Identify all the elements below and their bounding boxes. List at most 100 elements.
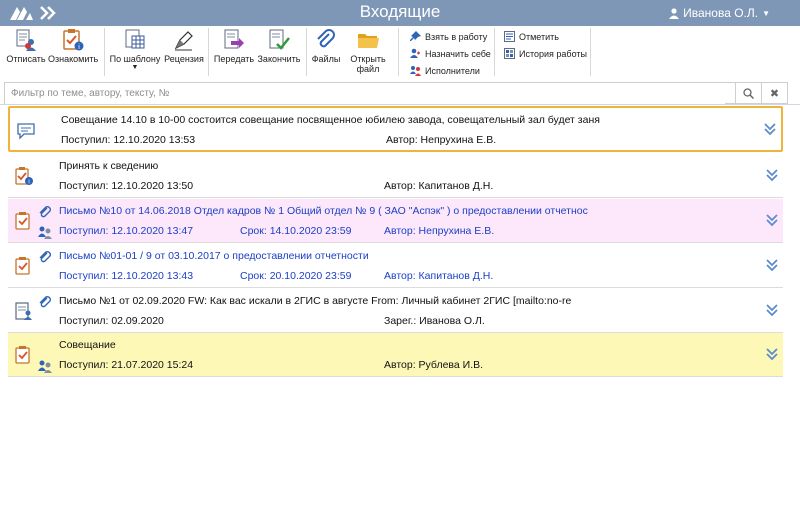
files-button[interactable]: Файлы: [310, 26, 342, 64]
item-received: Поступил: 12.10.2020 13:50: [59, 180, 194, 192]
item-received: Поступил: 02.09.2020: [59, 315, 164, 327]
comment-icon: [17, 123, 35, 140]
acknowledge-task-icon: i: [15, 167, 33, 186]
take-to-work-label: Взять в работу: [425, 31, 488, 42]
registered-document-icon: [15, 302, 32, 320]
history-button[interactable]: История работы: [504, 48, 587, 59]
task-icon: [15, 257, 30, 275]
executors-button[interactable]: Исполнители: [410, 65, 480, 76]
filter-bar: ✖: [4, 82, 788, 104]
open-file-button[interactable]: Открыть файл: [346, 26, 390, 74]
finish-icon: [269, 29, 290, 50]
item-subject: Письмо №10 от 14.06.2018 Отдел кадров № …: [59, 205, 588, 217]
forward-icon: [224, 29, 244, 49]
forward-button[interactable]: Передать: [212, 26, 256, 64]
history-icon: [504, 48, 515, 59]
expand-chevron-icon[interactable]: [765, 347, 779, 361]
item-received: Поступил: 12.10.2020 13:43: [59, 270, 194, 282]
finish-button[interactable]: Закончить: [256, 26, 302, 64]
finish-label: Закончить: [257, 54, 301, 64]
pen-icon: [174, 31, 193, 51]
separator: [590, 28, 591, 76]
item-author: Автор: Капитанов Д.Н.: [384, 180, 494, 192]
item-author: Автор: Рублева И.В.: [384, 359, 484, 371]
executors-icon: [38, 226, 52, 239]
separator: [398, 28, 399, 76]
item-author: Зарег.: Иванова О.Л.: [384, 315, 485, 327]
acknowledge-button[interactable]: i Ознакомить: [48, 26, 98, 64]
assign-user-icon: [410, 48, 420, 58]
separator: [104, 28, 105, 76]
reply-icon: [16, 29, 36, 51]
acknowledge-icon: i: [63, 29, 84, 51]
task-icon: [15, 346, 30, 364]
executors-icon: [410, 66, 421, 76]
mark-button[interactable]: Отметить: [504, 31, 559, 42]
item-subject: Совещание 14.10 в 10-00 состоится совеща…: [61, 114, 600, 126]
list-item[interactable]: Совещание 14.10 в 10-00 состоится совеща…: [8, 106, 783, 152]
list-item[interactable]: Письмо №1 от 02.09.2020 FW: Как вас иска…: [8, 289, 783, 333]
acknowledge-label: Ознакомить: [48, 54, 99, 64]
mark-label: Отметить: [519, 31, 559, 42]
search-icon: [743, 87, 754, 99]
item-subject: Совещание: [59, 339, 116, 351]
filter-input[interactable]: [5, 83, 725, 104]
by-template-label: По шаблону: [109, 54, 161, 64]
filter-search-button[interactable]: [735, 83, 761, 103]
title-bar: Входящие Иванова О.Л. ▼: [0, 0, 800, 26]
expand-chevron-icon[interactable]: [765, 213, 779, 227]
pin-icon: [410, 31, 421, 41]
item-received: Поступил: 12.10.2020 13:53: [61, 134, 196, 146]
executors-icon: [38, 360, 52, 373]
list-item[interactable]: Письмо №10 от 14.06.2018 Отдел кадров № …: [8, 199, 783, 243]
paperclip-icon: [317, 29, 335, 48]
item-subject: Принять к сведению: [59, 160, 159, 172]
paperclip-icon: [39, 251, 51, 263]
item-author: Автор: Капитанов Д.Н.: [384, 270, 494, 282]
item-subject: Письмо №1 от 02.09.2020 FW: Как вас иска…: [59, 295, 572, 307]
separator: [306, 28, 307, 76]
separator: [494, 28, 495, 76]
forward-label: Передать: [213, 54, 255, 64]
mark-icon: [504, 31, 515, 42]
history-label: История работы: [519, 48, 587, 59]
dropdown-arrow-icon: ▼: [131, 64, 139, 71]
list-item[interactable]: Совещание Поступил: 21.07.2020 15:24 Авт…: [8, 333, 783, 377]
item-subject: Письмо №01-01 / 9 от 03.10.2017 о предос…: [59, 250, 369, 262]
user-name: Иванова О.Л.: [683, 6, 759, 20]
paperclip-icon: [39, 296, 51, 308]
expand-chevron-icon[interactable]: [765, 303, 779, 317]
toolbar: Отписать i Ознакомить По шаблону ▼ Рецен…: [0, 26, 800, 80]
filter-clear-button[interactable]: ✖: [761, 83, 787, 103]
item-due-date: Срок: 20.10.2020 23:59: [240, 270, 352, 282]
item-author: Автор: Непрухина Е.В.: [386, 134, 497, 146]
item-author: Автор: Непрухина Е.В.: [384, 225, 495, 237]
user-icon: [669, 7, 680, 19]
separator: [208, 28, 209, 76]
expand-chevron-icon[interactable]: [765, 258, 779, 272]
item-due-date: Срок: 14.10.2020 23:59: [240, 225, 352, 237]
item-received: Поступил: 21.07.2020 15:24: [59, 359, 194, 371]
item-received: Поступил: 12.10.2020 13:47: [59, 225, 194, 237]
svg-text:i: i: [28, 180, 29, 186]
task-icon: [15, 212, 30, 230]
user-menu[interactable]: Иванова О.Л. ▼: [669, 6, 770, 20]
open-file-label-line2: файл: [356, 64, 380, 74]
executors-label: Исполнители: [425, 65, 480, 76]
open-file-label-line1: Открыть: [350, 54, 386, 64]
expand-chevron-icon[interactable]: [765, 168, 779, 182]
assign-self-button[interactable]: Назначить себе: [410, 48, 491, 59]
take-to-work-button[interactable]: Взять в работу: [410, 31, 487, 42]
list-item[interactable]: i Принять к сведению Поступил: 12.10.202…: [8, 154, 783, 198]
review-label: Рецензия: [164, 54, 204, 64]
reply-button[interactable]: Отписать: [6, 26, 46, 64]
files-label: Файлы: [311, 54, 341, 64]
expand-chevron-icon[interactable]: [763, 122, 777, 136]
review-button[interactable]: Рецензия: [162, 26, 206, 64]
by-template-button[interactable]: По шаблону ▼: [108, 26, 162, 72]
reply-label: Отписать: [6, 54, 46, 64]
list-item[interactable]: Письмо №01-01 / 9 от 03.10.2017 о предос…: [8, 244, 783, 288]
folder-icon: [358, 34, 379, 48]
paperclip-icon: [39, 206, 51, 218]
assign-self-label: Назначить себе: [425, 48, 491, 59]
